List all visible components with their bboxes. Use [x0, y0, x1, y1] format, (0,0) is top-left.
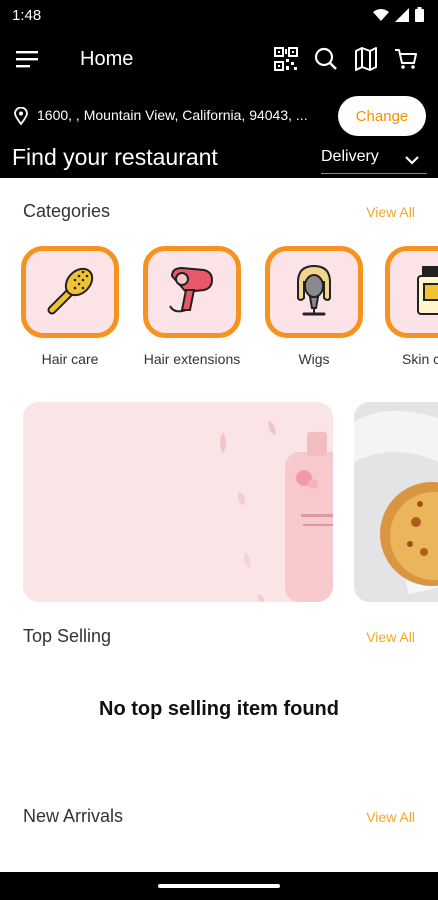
- hair-dryer-icon: [164, 262, 220, 323]
- skincare-tube-icon: [406, 262, 438, 323]
- cart-icon[interactable]: [394, 46, 418, 72]
- delivery-mode-value: Delivery: [321, 148, 379, 165]
- category-label: Skin c: [402, 351, 438, 367]
- find-bar: Find your restaurant Delivery: [0, 144, 438, 178]
- new-arrivals-heading: New Arrivals: [23, 806, 124, 826]
- category-hair-care[interactable]: Hair care: [21, 246, 119, 367]
- battery-icon: [415, 7, 424, 27]
- new-arrivals-view-all-link[interactable]: View All: [366, 809, 415, 825]
- wifi-icon: [373, 8, 389, 27]
- chevron-down-icon: [405, 152, 419, 165]
- signal-icon: [395, 7, 409, 27]
- location-bar: 1600, , Mountain View, California, 94043…: [0, 88, 438, 144]
- qr-code-icon[interactable]: [274, 46, 298, 72]
- category-label: Hair extensions: [143, 351, 241, 367]
- app-bar: Home: [0, 32, 438, 88]
- category-skin-care[interactable]: Skin c: [385, 246, 438, 367]
- top-selling-view-all-link[interactable]: View All: [366, 629, 415, 645]
- find-restaurant-heading: Find your restaurant: [12, 144, 218, 170]
- status-icons: [373, 7, 424, 27]
- map-icon[interactable]: [354, 46, 378, 72]
- pizza-promo-image: [354, 402, 438, 602]
- system-nav-bar: [0, 872, 438, 900]
- promo-banner[interactable]: [354, 402, 438, 602]
- category-label: Hair care: [41, 351, 99, 367]
- categories-view-all-link[interactable]: View All: [366, 204, 415, 220]
- menu-icon[interactable]: [14, 47, 42, 71]
- status-bar: 1:48: [0, 0, 438, 32]
- home-gesture-handle[interactable]: [158, 884, 280, 888]
- top-selling-empty-message: No top selling item found: [99, 698, 339, 720]
- promo-banner[interactable]: [23, 402, 333, 602]
- top-selling-heading: Top Selling: [23, 626, 112, 646]
- location-pin-icon: [14, 106, 28, 126]
- hairbrush-icon: [42, 262, 98, 323]
- change-address-button[interactable]: Change: [338, 96, 426, 136]
- wig-icon: [286, 262, 342, 323]
- delivery-address[interactable]: 1600, , Mountain View, California, 94043…: [37, 107, 308, 123]
- category-label: Wigs: [298, 351, 330, 367]
- status-time: 1:48: [12, 7, 42, 24]
- page-title: Home: [80, 48, 134, 70]
- category-wigs[interactable]: Wigs: [265, 246, 363, 367]
- category-hair-extensions[interactable]: Hair extensions: [143, 246, 241, 367]
- search-icon[interactable]: [314, 46, 338, 72]
- delivery-mode-dropdown[interactable]: Delivery: [321, 148, 427, 174]
- promo-banner-image: [23, 402, 333, 602]
- categories-heading: Categories: [23, 201, 111, 221]
